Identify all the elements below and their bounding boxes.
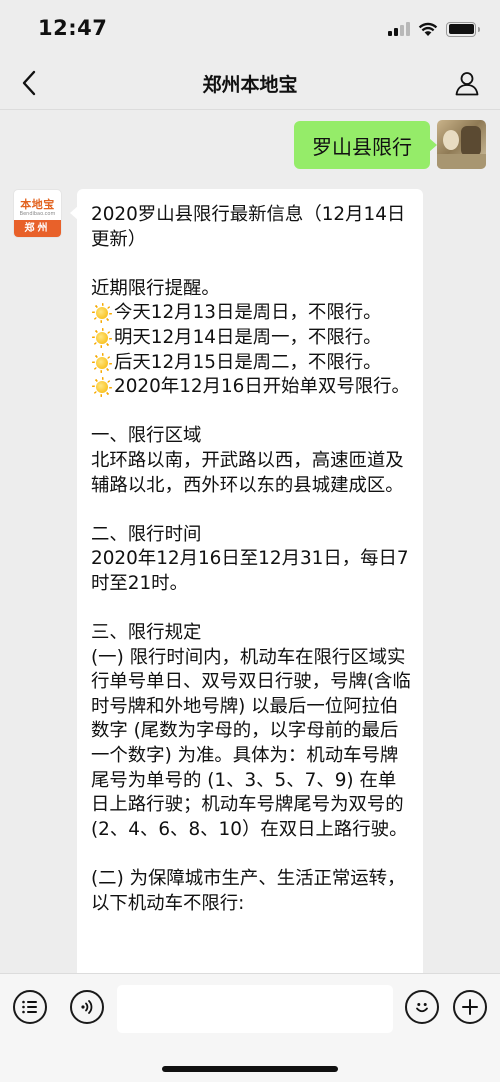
reminder-item: 2020年12月16日开始单双号限行。	[91, 375, 411, 400]
avatar-logo-text: 本地宝	[20, 198, 55, 211]
section-heading: 一、限行区域	[91, 425, 202, 447]
page-title: 郑州本地宝	[202, 74, 298, 96]
voice-icon	[81, 1000, 93, 1014]
battery-fill	[448, 24, 474, 34]
status-time: 12:47	[38, 16, 108, 40]
section-body: 北环路以南，开武路以西，高速匝道及辅路以北，西外环以东的县城建成区。	[91, 449, 404, 496]
reminder-text: 明天12月14日是周一，不限行。	[114, 326, 382, 348]
menu-button[interactable]	[13, 990, 47, 1024]
sent-message-text: 罗山县限行	[312, 134, 412, 159]
reminder-list: 今天12月13日是周日，不限行。 明天12月14日是周一，不限行。 后天12月1…	[91, 301, 411, 399]
profile-button[interactable]	[450, 66, 484, 100]
person-icon	[455, 72, 479, 96]
signal-icon	[388, 22, 410, 36]
emoji-button[interactable]	[405, 990, 439, 1024]
sun-icon	[91, 352, 113, 374]
menu-icon	[22, 1000, 37, 1014]
section-body: (一) 限行时间内，机动车在限行区域实行单号单日、双号双日行驶，号牌(含临时号牌…	[91, 646, 411, 840]
status-bar: 12:47	[0, 0, 500, 56]
reminder-text: 今天12月13日是周日，不限行。	[114, 302, 382, 324]
sender-avatar[interactable]: 本地宝 Bendibao.com 郑州	[13, 189, 62, 238]
voice-button[interactable]	[70, 990, 104, 1024]
reminder-item: 后天12月15日是周二，不限行。	[91, 351, 411, 376]
section-heading: 二、限行时间	[91, 523, 202, 545]
home-indicator	[162, 1066, 338, 1072]
reminder-text: 后天12月15日是周二，不限行。	[114, 351, 382, 373]
sun-icon	[91, 327, 113, 349]
status-icons	[388, 20, 480, 38]
plus-button[interactable]	[453, 990, 487, 1024]
avatar-badge: 郑州	[14, 220, 61, 237]
avatar-logo-sub: Bendibao.com	[19, 211, 56, 217]
signal-bar	[394, 28, 398, 36]
reminder-item: 明天12月14日是周一，不限行。	[91, 326, 411, 351]
signal-bar	[388, 31, 392, 36]
emoji-icon	[416, 1003, 428, 1013]
signal-bar	[406, 22, 410, 36]
plus-icon	[462, 999, 478, 1015]
signal-bar	[400, 25, 404, 36]
received-message-bubble[interactable]: 2020罗山县限行最新信息（12月14日更新） 近期限行提醒。 今天12月13日…	[70, 189, 423, 973]
sent-message-bubble[interactable]: 罗山县限行	[294, 121, 437, 169]
message-title: 2020罗山县限行最新信息（12月14日更新）	[91, 204, 406, 250]
section-heading: 三、限行规定	[91, 622, 202, 644]
chat-area[interactable]: 罗山县限行 本地宝 Bendibao.com 郑州 2020罗山县限行最新信息（…	[0, 111, 500, 973]
message-input[interactable]	[117, 985, 393, 1033]
reminder-text: 2020年12月16日开始单双号限行。	[114, 376, 410, 398]
section-body: (二) 为保障城市生产、生活正常运转，以下机动车不限行:	[91, 868, 406, 914]
wifi-icon	[418, 22, 438, 36]
sun-icon	[91, 376, 113, 398]
input-bar	[0, 973, 500, 1082]
my-avatar[interactable]	[437, 120, 486, 169]
reminder-heading: 近期限行提醒。	[91, 277, 220, 299]
sun-icon	[91, 302, 113, 324]
nav-bar: 郑州本地宝	[0, 56, 500, 110]
reminder-item: 今天12月13日是周日，不限行。	[91, 301, 411, 326]
battery-icon	[446, 21, 480, 37]
section-body: 2020年12月16日至12月31日，每日7时至21时。	[91, 548, 409, 594]
